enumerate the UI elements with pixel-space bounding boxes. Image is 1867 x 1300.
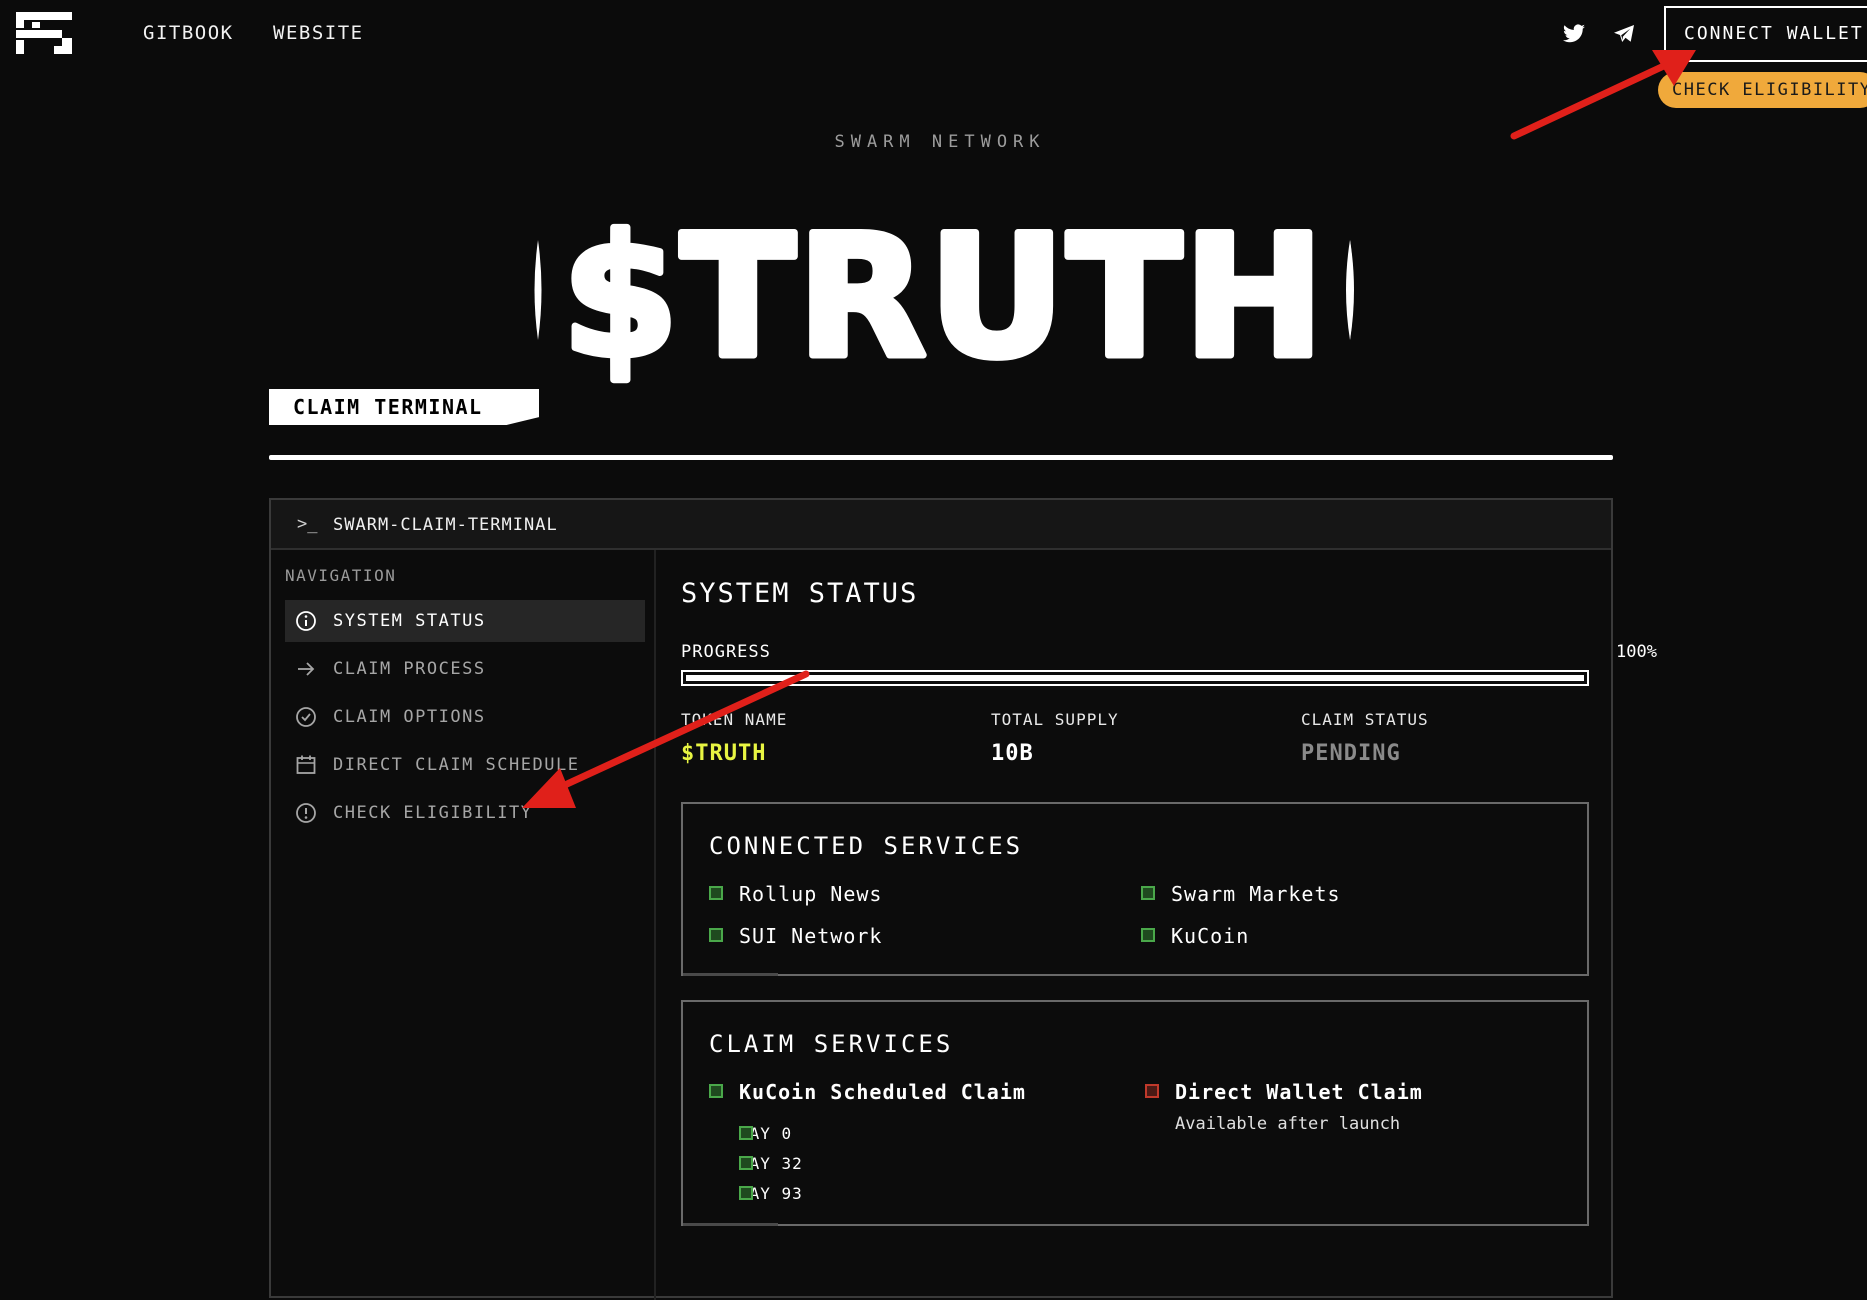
token-name-label: TOKEN NAME (681, 710, 788, 729)
nav-item-system-status[interactable]: SYSTEM STATUS (285, 600, 645, 642)
claim-terminal-window: >_ SWARM-CLAIM-TERMINAL NAVIGATION SYSTE… (269, 498, 1657, 1300)
claim-day-item: DAY 0 (739, 1124, 793, 1143)
total-supply-label: TOTAL SUPPLY (991, 710, 1119, 729)
terminal-header: >_ SWARM-CLAIM-TERMINAL (271, 500, 1611, 550)
navigation-heading: NAVIGATION (285, 566, 397, 585)
swarm-logo[interactable] (16, 12, 72, 54)
panel-accent-bar (683, 973, 778, 976)
hero-title: $TRUTH (562, 200, 1326, 390)
nav-item-label: CHECK ELIGIBILITY (333, 803, 533, 823)
nav-item-check-eligibility[interactable]: CHECK ELIGIBILITY (285, 792, 645, 834)
connected-services-panel: CONNECTED SERVICES Rollup News Swarm Mar… (681, 802, 1589, 976)
nav-item-claim-options[interactable]: CLAIM OPTIONS (285, 696, 645, 738)
status-indicator (739, 1126, 753, 1140)
nav-item-claim-process[interactable]: CLAIM PROCESS (285, 648, 645, 690)
twitter-icon[interactable] (1562, 22, 1586, 46)
connect-wallet-button[interactable]: CONNECT WALLET (1664, 6, 1867, 62)
terminal-sidebar: NAVIGATION SYSTEM STATUS CLAIM PROCESS C… (271, 550, 656, 1300)
claim-services-panel: CLAIM SERVICES KuCoin Scheduled Claim DA… (681, 1000, 1589, 1226)
claim-status-value: PENDING (1301, 741, 1401, 766)
progress-bar-fill (686, 675, 1584, 681)
nav-item-label: SYSTEM STATUS (333, 611, 486, 631)
total-supply-value: 10B (991, 741, 1034, 766)
terminal-title: SWARM-CLAIM-TERMINAL (333, 515, 558, 535)
status-indicator (1145, 1084, 1159, 1098)
system-status-panel: SYSTEM STATUS PROGRESS 100% TOKEN NAME $… (656, 550, 1657, 1300)
claim-day-item: DAY 32 (739, 1154, 803, 1173)
nav-item-label: DIRECT CLAIM SCHEDULE (333, 755, 580, 775)
check-eligibility-badge[interactable]: CHECK ELIGIBILITY (1658, 72, 1867, 108)
system-status-heading: SYSTEM STATUS (681, 578, 919, 609)
hero-title-graphic: $TRUTH (534, 200, 1354, 390)
status-indicator (739, 1156, 753, 1170)
hero-eyebrow: SWARM NETWORK (834, 132, 1046, 152)
token-name-value: $TRUTH (681, 741, 767, 766)
claim-status-label: CLAIM STATUS (1301, 710, 1429, 729)
status-indicator (709, 886, 723, 900)
section-divider (269, 455, 1613, 460)
calendar-icon (296, 755, 316, 774)
nav-gitbook-link[interactable]: GITBOOK (143, 22, 234, 44)
status-indicator (709, 1084, 723, 1098)
check-circle-icon (296, 707, 316, 727)
info-icon (296, 611, 316, 631)
connected-services-heading: CONNECTED SERVICES (709, 832, 1024, 860)
nav-item-direct-claim-schedule[interactable]: DIRECT CLAIM SCHEDULE (285, 744, 645, 786)
status-indicator (709, 928, 723, 942)
progress-bar (681, 670, 1589, 686)
panel-accent-bar (683, 1223, 778, 1226)
status-indicator (1141, 928, 1155, 942)
alert-circle-icon (296, 803, 316, 823)
nav-item-label: CLAIM OPTIONS (333, 707, 486, 727)
progress-value: 100% (1616, 642, 1657, 662)
telegram-icon[interactable] (1612, 22, 1636, 46)
nav-website-link[interactable]: WEBSITE (273, 22, 364, 44)
claim-services-heading: CLAIM SERVICES (709, 1030, 954, 1058)
status-indicator (1141, 886, 1155, 900)
claim-day-item: DAY 93 (739, 1184, 803, 1203)
direct-claim-note: Available after launch (1175, 1114, 1401, 1134)
arrow-right-icon (298, 662, 315, 676)
claim-terminal-tab: CLAIM TERMINAL (269, 389, 539, 425)
progress-label: PROGRESS (681, 642, 771, 662)
status-indicator (739, 1186, 753, 1200)
terminal-prompt-icon: >_ (297, 514, 318, 534)
nav-item-label: CLAIM PROCESS (333, 659, 486, 679)
